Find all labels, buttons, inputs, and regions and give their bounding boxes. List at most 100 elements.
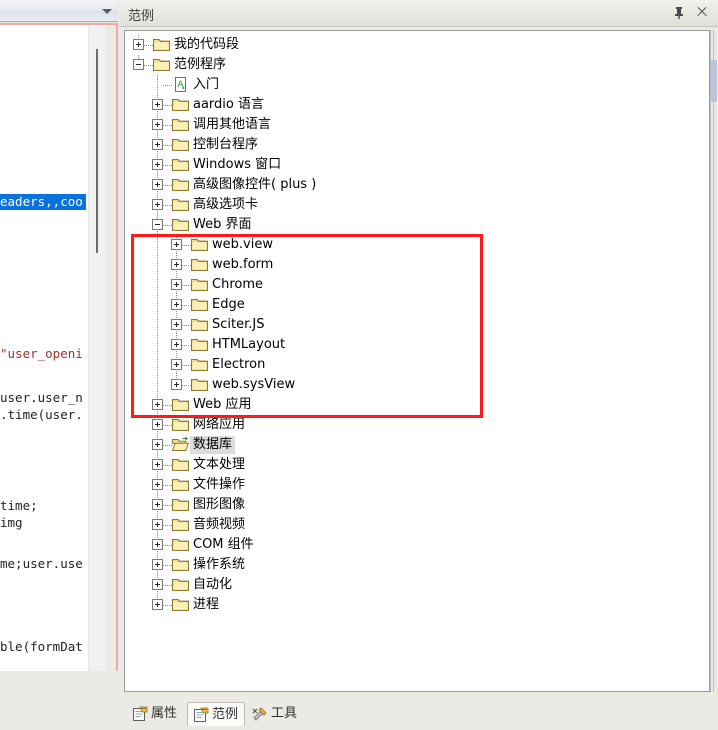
tree-item[interactable]: 图形图像	[125, 495, 709, 515]
tree-expander-plus-icon[interactable]	[152, 399, 163, 410]
tree-expander-plus-icon[interactable]	[152, 179, 163, 190]
tree-expander-plus-icon[interactable]	[152, 579, 163, 590]
tree-item[interactable]: Electron	[125, 355, 709, 375]
tree-item-label: 控制台程序	[193, 137, 259, 152]
tree-expander-plus-icon[interactable]	[152, 519, 163, 530]
tree-item[interactable]: HTMLayout	[125, 335, 709, 355]
tree-expander-plus-icon[interactable]	[152, 499, 163, 510]
tree-expander-minus-icon[interactable]	[152, 219, 163, 230]
tree-item[interactable]: web.sysView	[125, 375, 709, 395]
code-line[interactable]: ble(formDat	[0, 639, 83, 655]
dock-scroll-thumb[interactable]	[711, 60, 717, 102]
samples-tree[interactable]: 我的代码段范例程序 A 入门 aardio 语言 调用其他语言控制台程序 Windows …	[125, 31, 709, 691]
tree-guide-line	[157, 75, 158, 95]
tree-expander-minus-icon[interactable]	[133, 59, 144, 70]
editor-scroll-thumb[interactable]	[96, 49, 98, 253]
code-line[interactable]: time;	[0, 498, 38, 514]
tree-item[interactable]: 高级选项卡	[125, 195, 709, 215]
code-line[interactable]: user.user_n	[0, 390, 83, 406]
tree-expander-plus-icon[interactable]	[171, 239, 182, 250]
tree-expander-plus-icon[interactable]	[152, 559, 163, 570]
tree-expander-plus-icon[interactable]	[133, 39, 144, 50]
code-line[interactable]: "user_openi	[0, 346, 83, 362]
code-line[interactable]: .time(user.	[0, 407, 83, 423]
samples-icon	[193, 707, 209, 723]
tree-item[interactable]: 操作系统	[125, 555, 709, 575]
tree-item[interactable]: aardio 语言	[125, 95, 709, 115]
tree-item-label: 范例程序	[174, 57, 227, 72]
tab-properties[interactable]: 属性	[127, 702, 185, 726]
code-line[interactable]: img	[0, 515, 23, 531]
folder-closed-icon	[172, 497, 189, 512]
tree-item[interactable]: 音频视频	[125, 515, 709, 535]
tree-item[interactable]: 文件操作	[125, 475, 709, 495]
tree-item[interactable]: 自动化	[125, 575, 709, 595]
tree-item-label: 高级图像控件( plus )	[193, 177, 317, 192]
tree-expander-plus-icon[interactable]	[152, 539, 163, 550]
tree-expander-plus-icon[interactable]	[171, 319, 182, 330]
tree-item-label: Edge	[212, 297, 245, 312]
tree-item[interactable]: Windows 窗口	[125, 155, 709, 175]
dock-scroll-rail[interactable]	[710, 30, 717, 692]
tree-item[interactable]: Web 界面	[125, 215, 709, 235]
tree-expander-plus-icon[interactable]	[171, 279, 182, 290]
folder-closed-icon	[172, 577, 189, 592]
folder-closed-icon	[172, 457, 189, 472]
tree-item[interactable]: A 入门	[125, 75, 709, 95]
folder-closed-icon	[172, 177, 189, 192]
tree-expander-plus-icon[interactable]	[152, 459, 163, 470]
tree-item[interactable]: 高级图像控件( plus )	[125, 175, 709, 195]
tree-expander-plus-icon[interactable]	[152, 99, 163, 110]
tree-expander-plus-icon[interactable]	[152, 419, 163, 430]
tree-expander-plus-icon[interactable]	[152, 199, 163, 210]
folder-closed-icon	[191, 377, 208, 392]
tree-guide-line	[163, 585, 172, 586]
tree-item[interactable]: 数据库	[125, 435, 709, 455]
folder-closed-icon	[191, 277, 208, 292]
tree-expander-plus-icon[interactable]	[171, 379, 182, 390]
tree-expander-plus-icon[interactable]	[152, 119, 163, 130]
tree-item-label: HTMLayout	[212, 337, 286, 352]
tree-expander-plus-icon[interactable]	[152, 159, 163, 170]
tree-expander-plus-icon[interactable]	[171, 259, 182, 270]
tree-expander-plus-icon[interactable]	[152, 599, 163, 610]
tree-item-label: 操作系统	[193, 557, 246, 572]
tree-expander-plus-icon[interactable]	[152, 439, 163, 450]
pin-icon[interactable]	[672, 5, 686, 21]
folder-closed-icon	[172, 157, 189, 172]
tree-expander-plus-icon[interactable]	[171, 299, 182, 310]
tree-item[interactable]: 文本处理	[125, 455, 709, 475]
tree-guide-line	[157, 235, 158, 255]
tree-item[interactable]: 我的代码段	[125, 35, 709, 55]
tree-guide-line	[182, 245, 191, 246]
tree-item[interactable]: Edge	[125, 295, 709, 315]
tree-item[interactable]: web.form	[125, 255, 709, 275]
samples-dock-panel: 范例 我的代码段范例程序 A 入门 aardio 语言 调用其他语言控制台程序 Windo…	[119, 0, 718, 730]
tab-tools[interactable]: 工具	[247, 702, 305, 726]
tree-item[interactable]: 进程	[125, 595, 709, 615]
tree-item[interactable]: Chrome	[125, 275, 709, 295]
editor-vertical-scrollbar[interactable]	[88, 25, 106, 671]
tree-item-label: Web 界面	[193, 217, 252, 232]
tree-expander-plus-icon[interactable]	[171, 339, 182, 350]
tree-item[interactable]: Sciter.JS	[125, 315, 709, 335]
tree-item[interactable]: 控制台程序	[125, 135, 709, 155]
tree-item[interactable]: 调用其他语言	[125, 115, 709, 135]
tree-item-label: Chrome	[212, 277, 263, 292]
tree-expander-plus-icon[interactable]	[171, 359, 182, 370]
tree-expander-plus-icon[interactable]	[152, 139, 163, 150]
editor-file-combobox[interactable]	[0, 0, 118, 22]
chevron-down-icon[interactable]	[102, 9, 112, 14]
tree-item[interactable]: 范例程序	[125, 55, 709, 75]
tree-expander-plus-icon[interactable]	[152, 479, 163, 490]
close-icon[interactable]	[695, 4, 709, 20]
folder-closed-icon	[172, 597, 189, 612]
tree-item[interactable]: 网络应用	[125, 415, 709, 435]
tree-item[interactable]: web.view	[125, 235, 709, 255]
code-text-area[interactable]: eaders,,coo "user_openi user.user_n .time(u…	[0, 25, 86, 671]
code-line[interactable]: eaders,,coo	[0, 194, 86, 210]
tree-item[interactable]: Web 应用	[125, 395, 709, 415]
tab-samples[interactable]: 范例	[187, 702, 245, 726]
tree-item[interactable]: COM 组件	[125, 535, 709, 555]
code-line[interactable]: me;user.use	[0, 556, 83, 572]
